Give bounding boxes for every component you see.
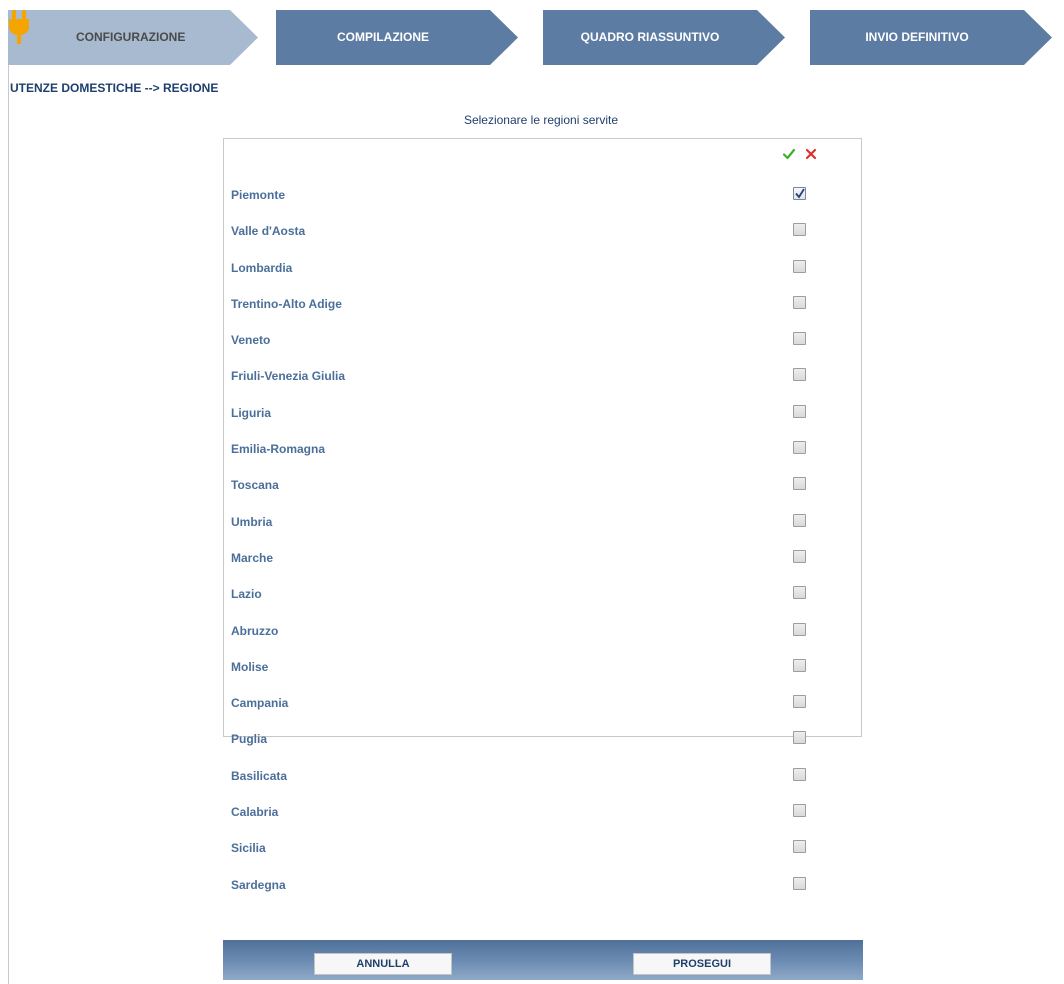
region-checkbox[interactable] (793, 731, 806, 745)
region-label: Campania (231, 696, 289, 711)
checkmark-icon[interactable] (782, 147, 796, 161)
region-label: Piemonte (231, 188, 286, 202)
step-compilazione[interactable]: COMPILAZIONE (276, 10, 518, 65)
region-label: Friuli-Venezia Giulia (231, 369, 346, 384)
region-label: Liguria (231, 405, 272, 420)
region-checkbox[interactable] (793, 404, 806, 418)
wizard-step-bar: CONFIGURAZIONE COMPILAZIONE QUADRO RIASS… (0, 0, 1064, 65)
region-checkbox[interactable] (793, 513, 806, 527)
region-checkbox[interactable] (793, 695, 806, 709)
region-row: Lazio (224, 576, 861, 612)
region-checkbox[interactable] (793, 477, 806, 491)
region-checkbox[interactable] (793, 622, 806, 636)
region-label: Marche (231, 550, 274, 565)
region-row: Emilia-Romagna (224, 431, 861, 467)
step-label: CONFIGURAZIONE (76, 30, 186, 44)
page-left-border (8, 64, 9, 984)
region-label: Veneto (231, 333, 271, 348)
region-row: Sicilia (224, 830, 861, 866)
region-checkbox[interactable] (793, 368, 806, 382)
region-label: Sicilia (231, 841, 266, 856)
region-list: Piemonte Valle d'Aosta Lombardia Trentino-A… (224, 177, 861, 903)
region-row: Puglia (224, 721, 861, 757)
check-mark-icon (795, 188, 805, 199)
region-checkbox[interactable] (793, 586, 806, 600)
region-row: Piemonte (224, 177, 861, 213)
region-row: Marche (224, 540, 861, 576)
region-checkbox[interactable] (793, 767, 806, 781)
step-label: INVIO DEFINITIVO (865, 30, 969, 44)
region-checkbox[interactable] (793, 441, 806, 455)
region-row: Abruzzo (224, 613, 861, 649)
region-label: Trentino-Alto Adige (231, 296, 342, 311)
plug-icon (9, 10, 29, 44)
region-row: Liguria (224, 395, 861, 431)
region-label: Toscana (231, 478, 279, 493)
cancel-button[interactable]: ANNULLA (314, 953, 452, 975)
step-quadro-riassuntivo[interactable]: QUADRO RIASSUNTIVO (543, 10, 785, 65)
region-row: Toscana (224, 467, 861, 503)
region-row: Trentino-Alto Adige (224, 286, 861, 322)
region-checkbox[interactable] (793, 295, 806, 309)
region-label: Basilicata (231, 768, 288, 783)
region-checkbox[interactable] (793, 187, 806, 200)
region-label: Emilia-Romagna (231, 442, 326, 457)
region-checkbox[interactable] (793, 332, 806, 346)
breadcrumb: UTENZE DOMESTICHE --> REGIONE (10, 81, 219, 95)
region-row: Sardegna (224, 867, 861, 903)
step-configurazione[interactable]: CONFIGURAZIONE (8, 10, 258, 65)
action-bar: ANNULLA PROSEGUI (223, 940, 863, 980)
region-row: Friuli-Venezia Giulia (224, 358, 861, 394)
region-selection-panel: Piemonte Valle d'Aosta Lombardia Trentino-A… (223, 138, 862, 892)
step-invio-definitivo[interactable]: INVIO DEFINITIVO (810, 10, 1052, 65)
region-label: Puglia (231, 732, 268, 747)
region-label: Sardegna (231, 877, 286, 892)
region-label: Valle d'Aosta (231, 224, 306, 239)
step-label: QUADRO RIASSUNTIVO (580, 30, 720, 44)
cross-icon[interactable] (804, 147, 818, 161)
region-row: Umbria (224, 504, 861, 540)
region-row: Molise (224, 649, 861, 685)
region-checkbox[interactable] (793, 658, 806, 672)
region-row: Calabria (224, 794, 861, 830)
region-checkbox[interactable] (793, 876, 806, 890)
region-row: Valle d'Aosta (224, 213, 861, 249)
region-label: Abruzzo (231, 623, 279, 638)
region-row: Lombardia (224, 250, 861, 286)
region-checkbox[interactable] (793, 549, 806, 563)
region-checkbox[interactable] (793, 223, 806, 237)
region-checkbox[interactable] (793, 259, 806, 273)
region-row: Basilicata (224, 758, 861, 794)
region-label: Lazio (231, 587, 262, 602)
page-subtitle: Selezionare le regioni servite (463, 113, 619, 127)
region-checkbox[interactable] (793, 840, 806, 854)
region-checkbox[interactable] (793, 804, 806, 818)
region-label: Molise (231, 659, 269, 674)
region-row: Veneto (224, 322, 861, 358)
region-label: Umbria (231, 514, 273, 529)
region-label: Lombardia (231, 260, 293, 275)
step-label: COMPILAZIONE (337, 30, 429, 44)
region-row: Campania (224, 685, 861, 721)
region-label: Calabria (231, 805, 279, 820)
proceed-button[interactable]: PROSEGUI (633, 953, 771, 975)
